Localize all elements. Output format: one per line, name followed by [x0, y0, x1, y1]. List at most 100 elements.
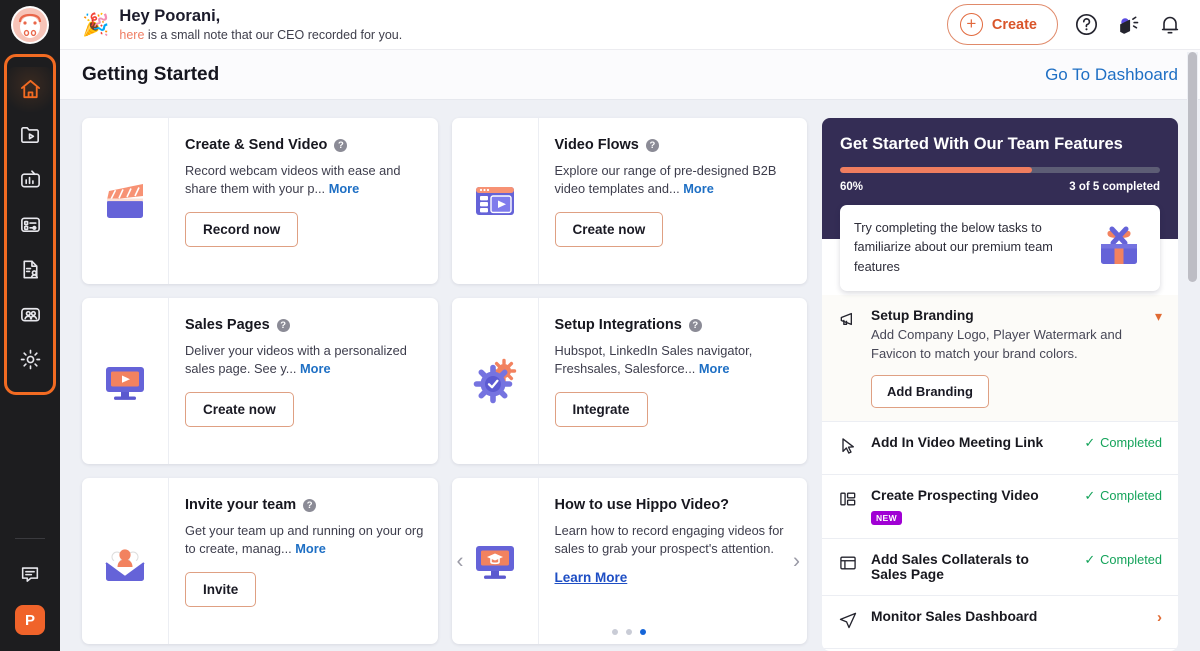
- team-features-panel: Get Started With Our Team Features 60% 3…: [822, 118, 1178, 651]
- team-features-title: Get Started With Our Team Features: [840, 135, 1123, 153]
- card-title: Sales Pages: [185, 317, 270, 333]
- envelope-people-icon: [82, 478, 169, 644]
- sidebar-item-analytics[interactable]: [7, 157, 66, 202]
- card-title-row: Invite your team ?: [185, 497, 424, 513]
- card-description: Explore our range of pre-designed B2B vi…: [555, 162, 794, 198]
- task-title: Setup Branding: [871, 308, 974, 323]
- getting-started-cards: Create & Send Video ? Record webcam vide…: [82, 118, 807, 651]
- task-title-row: Monitor Sales Dashboard: [871, 609, 1146, 624]
- card-invite-your-team[interactable]: Invite your team ? Get your team up and …: [82, 478, 438, 644]
- task-title-row: Create Prospecting Video NEW: [871, 488, 1065, 525]
- carousel-dot-2[interactable]: [626, 629, 633, 635]
- ceo-note-link[interactable]: here: [119, 28, 144, 42]
- card-setup-integrations[interactable]: Setup Integrations ? Hubspot, LinkedIn S…: [451, 298, 808, 464]
- app-logo[interactable]: [0, 0, 60, 50]
- app-root: P 🎉 Hey Poorani, here is a small note th…: [0, 0, 1200, 651]
- card-description: Deliver your videos with a personalized …: [185, 342, 424, 378]
- more-link[interactable]: More: [329, 181, 360, 196]
- greeting-note-rest: is a small note that our CEO recorded fo…: [144, 27, 403, 42]
- sidebar-item-library[interactable]: [7, 112, 53, 157]
- more-link[interactable]: More: [683, 181, 714, 196]
- chevron-right-icon[interactable]: ›: [1157, 609, 1162, 626]
- progress-percent-label: 60%: [840, 181, 864, 193]
- video-template-icon: [452, 118, 539, 284]
- help-icon[interactable]: ?: [276, 318, 290, 332]
- sidebar-item-home[interactable]: [7, 67, 66, 112]
- task-setup-branding[interactable]: Setup Branding Add Company Logo, Player …: [822, 295, 1178, 422]
- record-now-button[interactable]: Record now: [185, 212, 299, 248]
- card-body: How to use Hippo Video? Learn how to rec…: [539, 478, 808, 644]
- megaphone-icon[interactable]: [1115, 12, 1142, 37]
- vertical-scrollbar[interactable]: [1187, 52, 1198, 649]
- megaphone-icon: [838, 308, 860, 334]
- card-description-text: Deliver your videos with a personalized …: [185, 343, 407, 377]
- sidebar-item-prospects[interactable]: [7, 247, 53, 292]
- card-title: Video Flows: [554, 137, 639, 153]
- invite-button[interactable]: Invite: [185, 572, 257, 608]
- check-icon: ✓: [1084, 551, 1096, 567]
- help-icon[interactable]: ?: [688, 318, 702, 332]
- sidebar-item-settings[interactable]: [7, 337, 53, 382]
- chevron-left-icon[interactable]: ‹: [457, 551, 464, 572]
- bell-icon[interactable]: [1158, 12, 1182, 37]
- learn-more-link[interactable]: Learn More: [555, 570, 628, 585]
- help-icon[interactable]: ?: [303, 498, 317, 512]
- gift-icon: [1092, 220, 1146, 277]
- more-link[interactable]: More: [295, 541, 326, 556]
- chevron-right-icon[interactable]: ›: [793, 551, 800, 572]
- chat-bubble-icon[interactable]: [7, 557, 53, 591]
- create-now-button[interactable]: Create now: [185, 392, 294, 428]
- task-title: Monitor Sales Dashboard: [871, 608, 1038, 624]
- monitor-play-icon: [82, 298, 169, 464]
- task-title: Add In Video Meeting Link: [871, 434, 1044, 450]
- help-icon[interactable]: ?: [334, 138, 348, 152]
- card-how-to-use-hippo-video[interactable]: ‹ How to use Hippo Video? Learn how to r…: [451, 478, 808, 644]
- task-monitor-sales-dashboard[interactable]: Monitor Sales Dashboard ›: [822, 596, 1178, 649]
- add-branding-button[interactable]: Add Branding: [871, 374, 989, 408]
- task-add-in-video-meeting-link[interactable]: Add In Video Meeting Link ✓ Completed: [822, 422, 1178, 475]
- sidebar-item-flows[interactable]: [7, 202, 66, 247]
- card-body: Setup Integrations ? Hubspot, LinkedIn S…: [539, 298, 808, 464]
- card-body: Create & Send Video ? Record webcam vide…: [169, 118, 438, 284]
- help-icon[interactable]: ?: [645, 138, 659, 152]
- more-link[interactable]: More: [300, 361, 331, 376]
- chevron-down-icon[interactable]: ▾: [1155, 308, 1162, 325]
- create-button[interactable]: + Create: [946, 4, 1058, 45]
- help-circle-icon[interactable]: [1074, 12, 1099, 37]
- card-create-send-video[interactable]: Create & Send Video ? Record webcam vide…: [82, 118, 438, 284]
- create-now-button[interactable]: Create now: [554, 212, 664, 248]
- cards-row-2: Sales Pages ? Deliver your videos with a…: [82, 298, 807, 464]
- sidebar-item-team[interactable]: [7, 292, 53, 337]
- integrate-button[interactable]: Integrate: [554, 392, 648, 428]
- progress-completed-label: 3 of 5 completed: [1069, 181, 1160, 193]
- task-create-prospecting-video[interactable]: Create Prospecting Video NEW ✓ Completed: [822, 475, 1178, 539]
- card-video-flows[interactable]: Video Flows ? Explore our range of pre-d…: [451, 118, 808, 284]
- more-link[interactable]: More: [699, 361, 730, 376]
- status-badge-completed: ✓ Completed: [1076, 488, 1162, 504]
- status-label: Completed: [1100, 552, 1162, 568]
- layout-blocks-icon: [838, 488, 860, 514]
- status-badge-completed: ✓ Completed: [1076, 552, 1162, 568]
- carousel-dot-3[interactable]: [640, 629, 647, 635]
- user-avatar[interactable]: P: [15, 605, 45, 635]
- greeting-note: here is a small note that our CEO record…: [119, 28, 402, 42]
- greeting-block: Hey Poorani, here is a small note that o…: [119, 7, 402, 42]
- task-description: Add Company Logo, Player Watermark and F…: [871, 327, 1122, 361]
- check-icon: ✓: [1084, 434, 1096, 450]
- task-title-row: Add In Video Meeting Link: [871, 435, 1065, 450]
- go-to-dashboard-link[interactable]: Go To Dashboard: [1045, 65, 1178, 85]
- progress-bar-track: [840, 167, 1160, 173]
- carousel-dots: [452, 629, 808, 635]
- scrollbar-thumb[interactable]: [1188, 52, 1197, 282]
- plus-icon: +: [959, 13, 983, 36]
- card-sales-pages[interactable]: Sales Pages ? Deliver your videos with a…: [82, 298, 438, 464]
- card-description-text: Record webcam videos with ease and share…: [185, 163, 401, 197]
- card-body: Video Flows ? Explore our range of pre-d…: [539, 118, 808, 284]
- task-add-sales-collaterals[interactable]: Add Sales Collaterals to Sales Page ✓ Co…: [822, 539, 1178, 596]
- task-title: Add Sales Collaterals to Sales Page: [871, 551, 1029, 582]
- card-title-row: Setup Integrations ?: [555, 317, 794, 333]
- card-body: Sales Pages ? Deliver your videos with a…: [169, 298, 438, 464]
- carousel-dot-1[interactable]: [612, 629, 619, 635]
- card-title-row: Sales Pages ?: [185, 317, 424, 333]
- carousel-description: Learn how to record engaging videos for …: [554, 523, 784, 557]
